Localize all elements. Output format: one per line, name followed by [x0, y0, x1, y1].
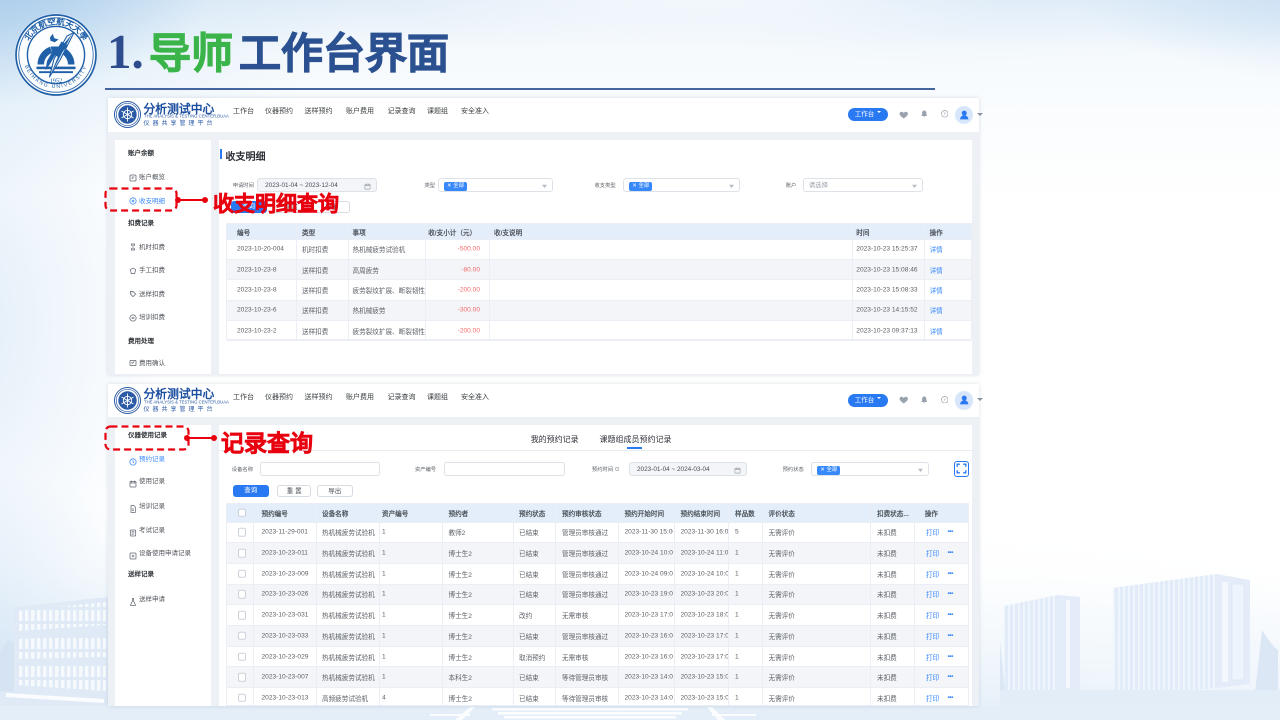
svg-text:1952: 1952	[50, 78, 62, 85]
svg-text:?: ?	[943, 397, 946, 402]
svg-text:?: ?	[943, 111, 946, 116]
